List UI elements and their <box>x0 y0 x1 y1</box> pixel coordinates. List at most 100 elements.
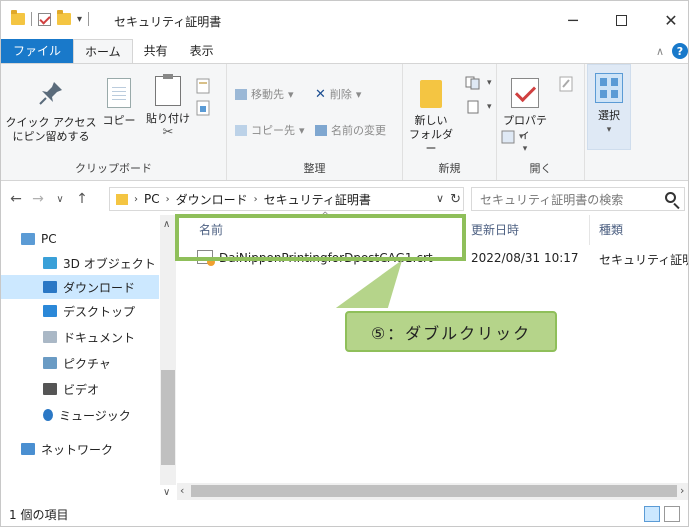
copy-label: コピー <box>102 114 136 127</box>
delete-button[interactable]: ✕ 削除 ▾ <box>315 86 361 102</box>
nav-item-label: ピクチャ <box>63 356 111 371</box>
nav-item-pictures[interactable]: ピクチャ <box>1 351 159 375</box>
file-type: セキュリティ証明書 <box>599 253 688 267</box>
nav-pane-scrollbar[interactable]: ∧ ∨ <box>160 215 176 498</box>
nav-item-desktop[interactable]: デスクトップ <box>1 299 159 323</box>
rename-label: 名前の変更 <box>331 124 386 137</box>
nav-item-videos[interactable]: ビデオ <box>1 377 159 401</box>
address-controls: ∨ ↻ <box>436 192 461 207</box>
easy-access-icon[interactable]: ▾ <box>465 100 492 114</box>
scroll-left-icon[interactable]: ‹ <box>180 484 184 497</box>
chevron-right-icon[interactable]: › <box>134 194 138 205</box>
search-placeholder: セキュリティ証明書の検索 <box>480 192 624 207</box>
edit-icon[interactable] <box>559 76 573 92</box>
search-input[interactable]: セキュリティ証明書の検索 <box>471 187 685 211</box>
details-view-icon[interactable] <box>644 506 660 522</box>
tab-share[interactable]: 共有 <box>133 39 179 63</box>
video-icon <box>43 383 57 395</box>
close-button[interactable]: ✕ <box>651 7 688 33</box>
nav-item-documents[interactable]: ドキュメント <box>1 325 159 349</box>
pin-quick-access-button[interactable]: クイック アクセス にピン留めする <box>5 78 97 144</box>
help-icon[interactable]: ? <box>672 43 688 59</box>
copy-to-icon <box>235 124 247 136</box>
select-button[interactable]: 選択 ▾ <box>587 64 631 150</box>
new-item-icon[interactable]: ▾ <box>465 76 492 90</box>
scroll-right-icon[interactable]: › <box>680 484 684 497</box>
collapse-ribbon-icon[interactable]: ∧ <box>656 45 664 58</box>
breadcrumb-security-certificates[interactable]: セキュリティ証明書 <box>264 191 371 208</box>
paste-button[interactable]: 貼り付け ✂ <box>143 74 193 140</box>
nav-item-pc[interactable]: PC <box>1 227 159 251</box>
up-arrow-icon[interactable]: ↑ <box>71 191 93 207</box>
document-icon <box>43 331 57 343</box>
delete-icon: ✕ <box>315 86 326 102</box>
customize-dropdown-icon[interactable]: ▾ <box>77 14 82 25</box>
column-header-modified[interactable]: 更新日時 <box>471 221 519 238</box>
properties-button[interactable]: プロパティ ▾ <box>501 78 549 156</box>
pin-icon <box>36 78 66 108</box>
search-icon[interactable] <box>665 192 676 203</box>
forward-arrow-icon[interactable]: → <box>27 191 49 207</box>
nav-item-network[interactable]: ネットワーク <box>1 437 159 461</box>
delete-label: 削除 <box>329 88 352 101</box>
select-dropdown-icon: ▾ <box>606 125 612 135</box>
item-count: 1 個の項目 <box>9 508 69 522</box>
select-label: 選択 <box>598 109 620 122</box>
select-icon <box>595 73 623 103</box>
ribbon-tabs: ファイル ホーム 共有 表示 <box>1 39 688 63</box>
chevron-right-icon[interactable]: › <box>254 194 258 205</box>
select-button-inner: 選択 ▾ <box>588 73 630 137</box>
scroll-down-icon[interactable]: ∨ <box>163 487 170 498</box>
folder-icon <box>116 193 128 205</box>
scroll-up-icon[interactable]: ∧ <box>163 219 170 230</box>
pictures-icon <box>43 357 57 369</box>
nav-item-3d-objects[interactable]: 3D オブジェクト <box>1 251 159 275</box>
minimize-button[interactable]: ─ <box>553 7 593 33</box>
scrollbar-thumb[interactable] <box>161 370 175 465</box>
cut-icon[interactable]: ✂ <box>143 126 193 140</box>
move-to-button[interactable]: 移動先 ▾ <box>235 86 294 102</box>
new-folder-icon[interactable] <box>57 10 71 25</box>
network-icon <box>21 443 35 455</box>
horizontal-scrollbar[interactable]: ‹ › <box>177 483 688 500</box>
paste-label: 貼り付け <box>146 112 190 125</box>
tab-home[interactable]: ホーム <box>73 39 133 63</box>
new-folder-icon <box>420 80 442 108</box>
refresh-icon[interactable]: ↻ <box>450 192 461 207</box>
copy-path-icon[interactable] <box>196 78 210 94</box>
chevron-right-icon[interactable]: › <box>166 194 170 205</box>
tab-file[interactable]: ファイル <box>1 39 74 63</box>
maximize-button[interactable] <box>601 7 641 33</box>
open-with-icon[interactable]: ▾ <box>501 130 524 144</box>
address-bar[interactable]: › PC › ダウンロード › セキュリティ証明書 ∨ ↻ <box>109 187 464 211</box>
copy-icon <box>107 78 131 108</box>
clipboard-group-label: クリップボード <box>75 162 152 175</box>
desktop-icon <box>43 305 57 317</box>
back-arrow-icon[interactable]: ← <box>5 191 27 207</box>
new-folder-button[interactable]: 新しい フォルダー <box>407 80 455 156</box>
divider <box>31 12 32 26</box>
rename-button[interactable]: 名前の変更 <box>315 122 386 138</box>
copy-button[interactable]: コピー <box>101 78 137 128</box>
scrollbar-thumb[interactable] <box>191 485 677 497</box>
copy-to-button[interactable]: コピー先 ▾ <box>235 122 305 138</box>
properties-dropdown-icon[interactable]: ▾ <box>501 142 549 156</box>
large-icons-view-icon[interactable] <box>664 506 680 522</box>
address-history-dropdown-icon[interactable]: ∨ <box>436 192 444 207</box>
tab-view[interactable]: 表示 <box>179 39 225 63</box>
recent-dropdown-icon[interactable]: ∨ <box>49 194 71 205</box>
3d-objects-icon <box>43 257 57 269</box>
breadcrumb-pc[interactable]: PC <box>144 192 160 206</box>
column-divider[interactable] <box>589 215 590 245</box>
nav-item-label: PC <box>41 232 57 246</box>
nav-item-music[interactable]: ミュージック <box>1 403 159 427</box>
breadcrumb-downloads[interactable]: ダウンロード <box>176 191 248 208</box>
open-group-label: 開く <box>529 162 552 175</box>
open-group: プロパティ ▾ ▾ 開く <box>497 64 585 180</box>
nav-item-downloads[interactable]: ダウンロード <box>1 275 159 299</box>
properties-check-icon[interactable] <box>38 12 51 26</box>
column-header-type[interactable]: 種類 <box>599 221 623 238</box>
paste-shortcut-icon[interactable] <box>196 100 210 116</box>
quick-access-toolbar: ▾ <box>11 10 90 26</box>
nav-item-label: ミュージック <box>59 408 131 423</box>
